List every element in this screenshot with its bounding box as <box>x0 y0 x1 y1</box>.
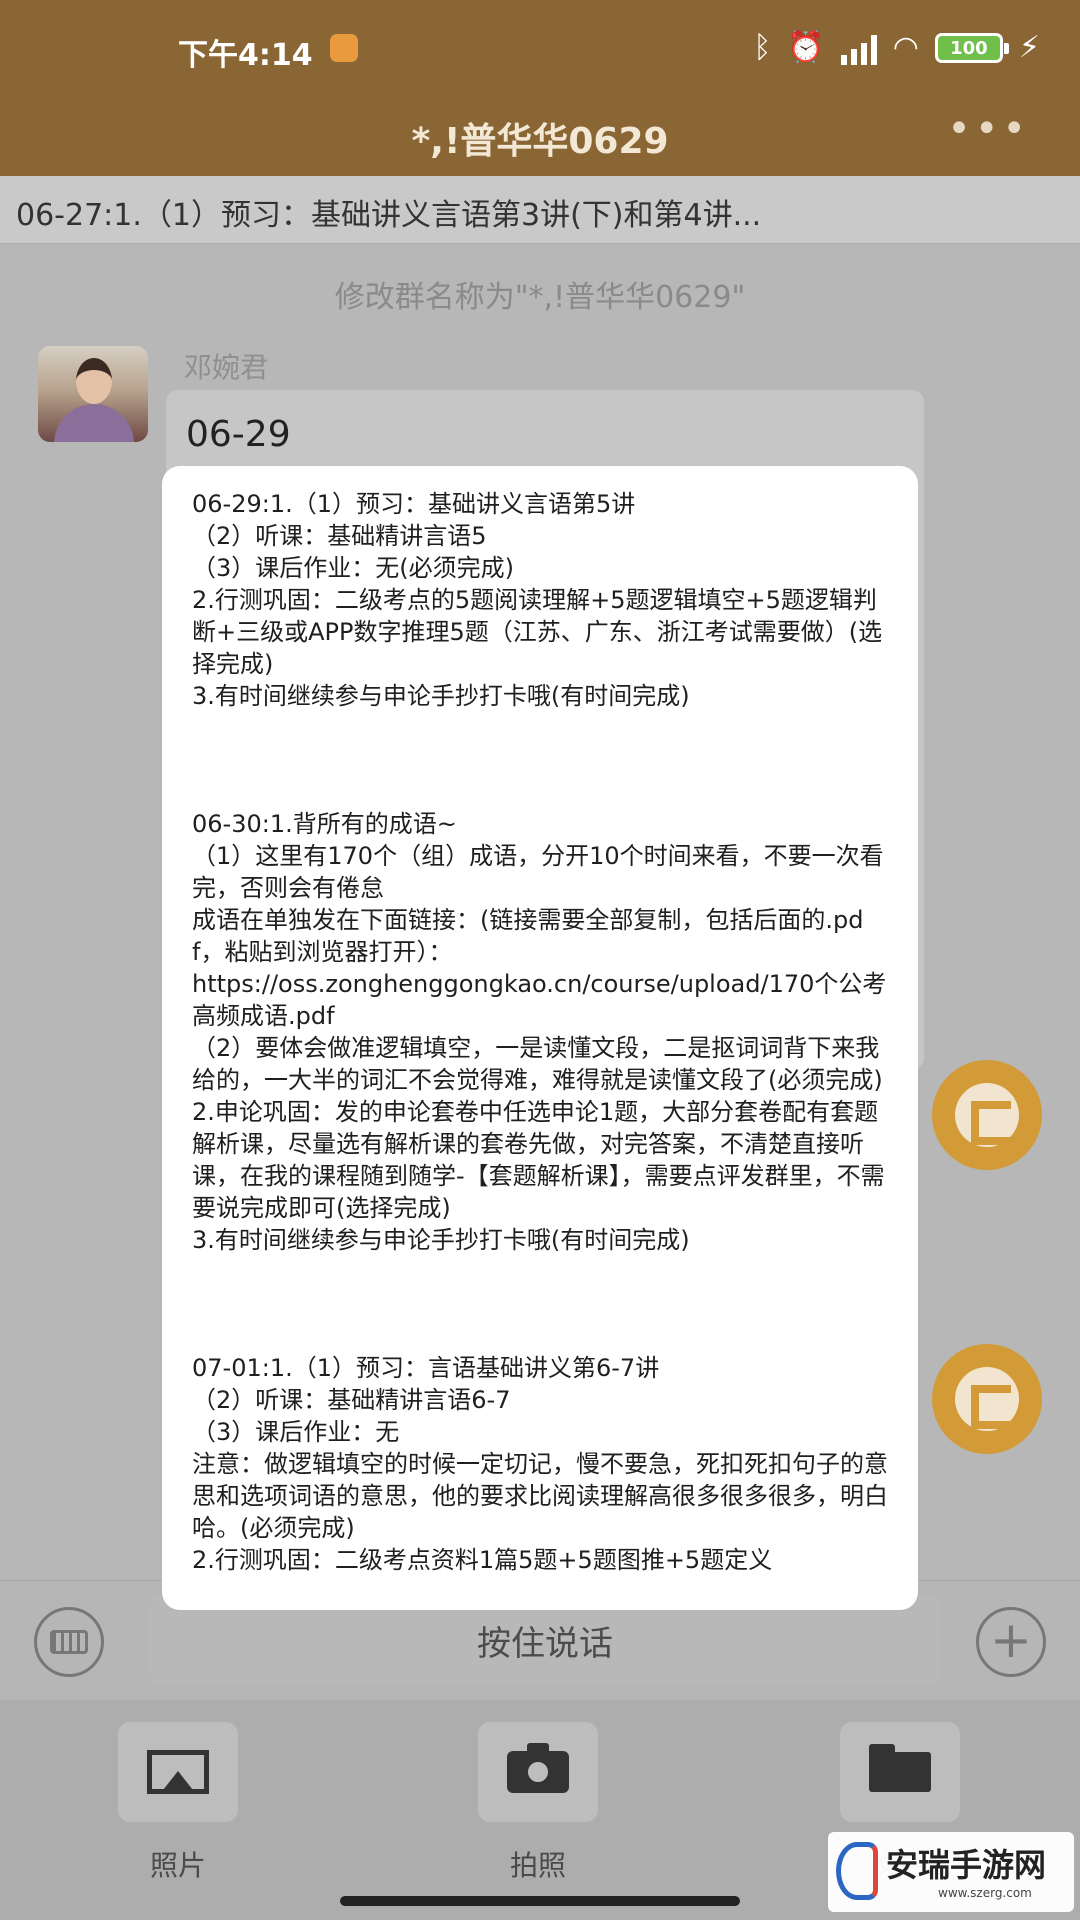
photo-tool-box <box>118 1722 238 1822</box>
watermark-logo-icon <box>836 1842 878 1900</box>
hd-signal-icon <box>840 31 877 65</box>
sender-name: 邓婉君 <box>184 351 269 384</box>
battery-icon: 100 <box>934 33 1009 63</box>
watermark-title: 安瑞手游网 <box>886 1846 1047 1884</box>
home-indicator[interactable] <box>340 1896 740 1906</box>
status-time: 下午4:14 <box>178 38 313 73</box>
notification-app-icon <box>330 34 358 62</box>
status-icons: ᛒ ⏰ ◠ 100 ⚡ <box>753 28 1040 68</box>
popup-text-line: 2.申论巩固：发的申论套卷中任选申论1题，大部分套卷配有套题解析课，尽量选有解析… <box>192 1098 885 1222</box>
bluetooth-icon: ᛒ <box>753 30 772 65</box>
pinned-announcement[interactable]: 06-27:1.（1）预习：基础讲义言语第3讲(下)和第4讲... <box>0 176 1080 244</box>
charging-icon: ⚡ <box>1018 30 1040 65</box>
wifi-icon: ◠ <box>892 30 919 65</box>
watermark: 安瑞手游网 www.szerg.com <box>828 1832 1074 1912</box>
popup-text-line: （2）听课：基础精讲言语5 <box>192 522 487 550</box>
avatar-body <box>54 404 134 442</box>
file-tool-box <box>840 1722 960 1822</box>
alarm-icon: ⏰ <box>787 30 825 65</box>
popup-text-line: 07-01:1.（1）预习：言语基础讲义第6-7讲 <box>192 1354 660 1382</box>
popup-text-line: 成语在单独发在下面链接：(链接需要全部复制，包括后面的.pdf，粘贴到浏览器打开… <box>192 906 864 966</box>
camera-tool-box <box>478 1722 598 1822</box>
floating-action-button[interactable] <box>932 1344 1042 1454</box>
more-options-icon[interactable]: ••• <box>947 106 1030 152</box>
popup-text-line: （2）要体会做准逻辑填空，一是读懂文段，二是抠词词背下来我给的，一大半的词汇不会… <box>192 1034 883 1094</box>
photo-tool[interactable]: 照片 <box>118 1722 238 1884</box>
message-heading: 06-29 <box>186 414 291 455</box>
popup-text-line: 2.行测巩固：二级考点资料1篇5题+5题图推+5题定义 <box>192 1546 773 1574</box>
camera-tool-label: 拍照 <box>509 1849 566 1882</box>
floating-action-button[interactable] <box>932 1060 1042 1170</box>
popup-text-line: 06-29:1.（1）预习：基础讲义言语第5讲 <box>192 490 636 518</box>
popup-text-line: 3.有时间继续参与申论手抄打卡哦(有时间完成) <box>192 1226 690 1254</box>
folder-icon <box>869 1744 931 1792</box>
camera-tool[interactable]: 拍照 <box>478 1722 598 1884</box>
avatar[interactable] <box>38 346 148 442</box>
popup-text-line: （1）这里有170个（组）成语，分开10个时间来看，不要一次看完，否则会有倦怠 <box>192 842 884 902</box>
popup-text-line: 2.行测巩固：二级考点的5题阅读理解+5题逻辑填空+5题逻辑判断+三级或APP数… <box>192 586 883 678</box>
watermark-url: www.szerg.com <box>938 1886 1032 1900</box>
pinned-announcement-text: 06-27:1.（1）预习：基础讲义言语第3讲(下)和第4讲... <box>16 198 762 233</box>
popup-text-line: 注意：做逻辑填空的时候一定切记，慢不要急，死扣死扣句子的意思和选项词语的意思，他… <box>192 1450 888 1542</box>
popup-text-line: 06-30:1.背所有的成语~ <box>192 810 457 838</box>
popup-text-line: （3）课后作业：无 <box>192 1418 400 1446</box>
nav-bar: *,!普华华0629 ••• <box>0 96 1080 176</box>
popup-text-area[interactable]: 06-29:1.（1）预习：基础讲义言语第5讲 （2）听课：基础精讲言语5 （3）课… <box>192 488 892 1596</box>
popup-text-line: https://oss.zonghenggongkao.cn/course/up… <box>192 970 887 1030</box>
popup-text-line: （2）听课：基础精讲言语6-7 <box>192 1386 511 1414</box>
brand-logo-icon <box>955 1083 1019 1147</box>
photo-icon <box>147 1750 209 1794</box>
message-detail-popup[interactable]: 06-29:1.（1）预习：基础讲义言语第5讲 （2）听课：基础精讲言语5 （3）课… <box>162 466 918 1610</box>
camera-icon <box>507 1743 569 1793</box>
chat-title: *,!普华华0629 <box>411 121 669 162</box>
keyboard-toggle-icon[interactable] <box>34 1607 104 1677</box>
brand-logo-icon <box>955 1367 1019 1431</box>
photo-tool-label: 照片 <box>149 1849 206 1882</box>
avatar-face <box>76 358 112 404</box>
status-bar: 下午4:14 ᛒ ⏰ ◠ 100 ⚡ <box>0 0 1080 96</box>
plus-icon[interactable]: + <box>976 1607 1046 1677</box>
system-notice: 修改群名称为"*,!普华华0629" <box>334 280 746 315</box>
popup-text-line: （3）课后作业：无(必须完成) <box>192 554 514 582</box>
popup-text-line: 3.有时间继续参与申论手抄打卡哦(有时间完成) <box>192 682 690 710</box>
